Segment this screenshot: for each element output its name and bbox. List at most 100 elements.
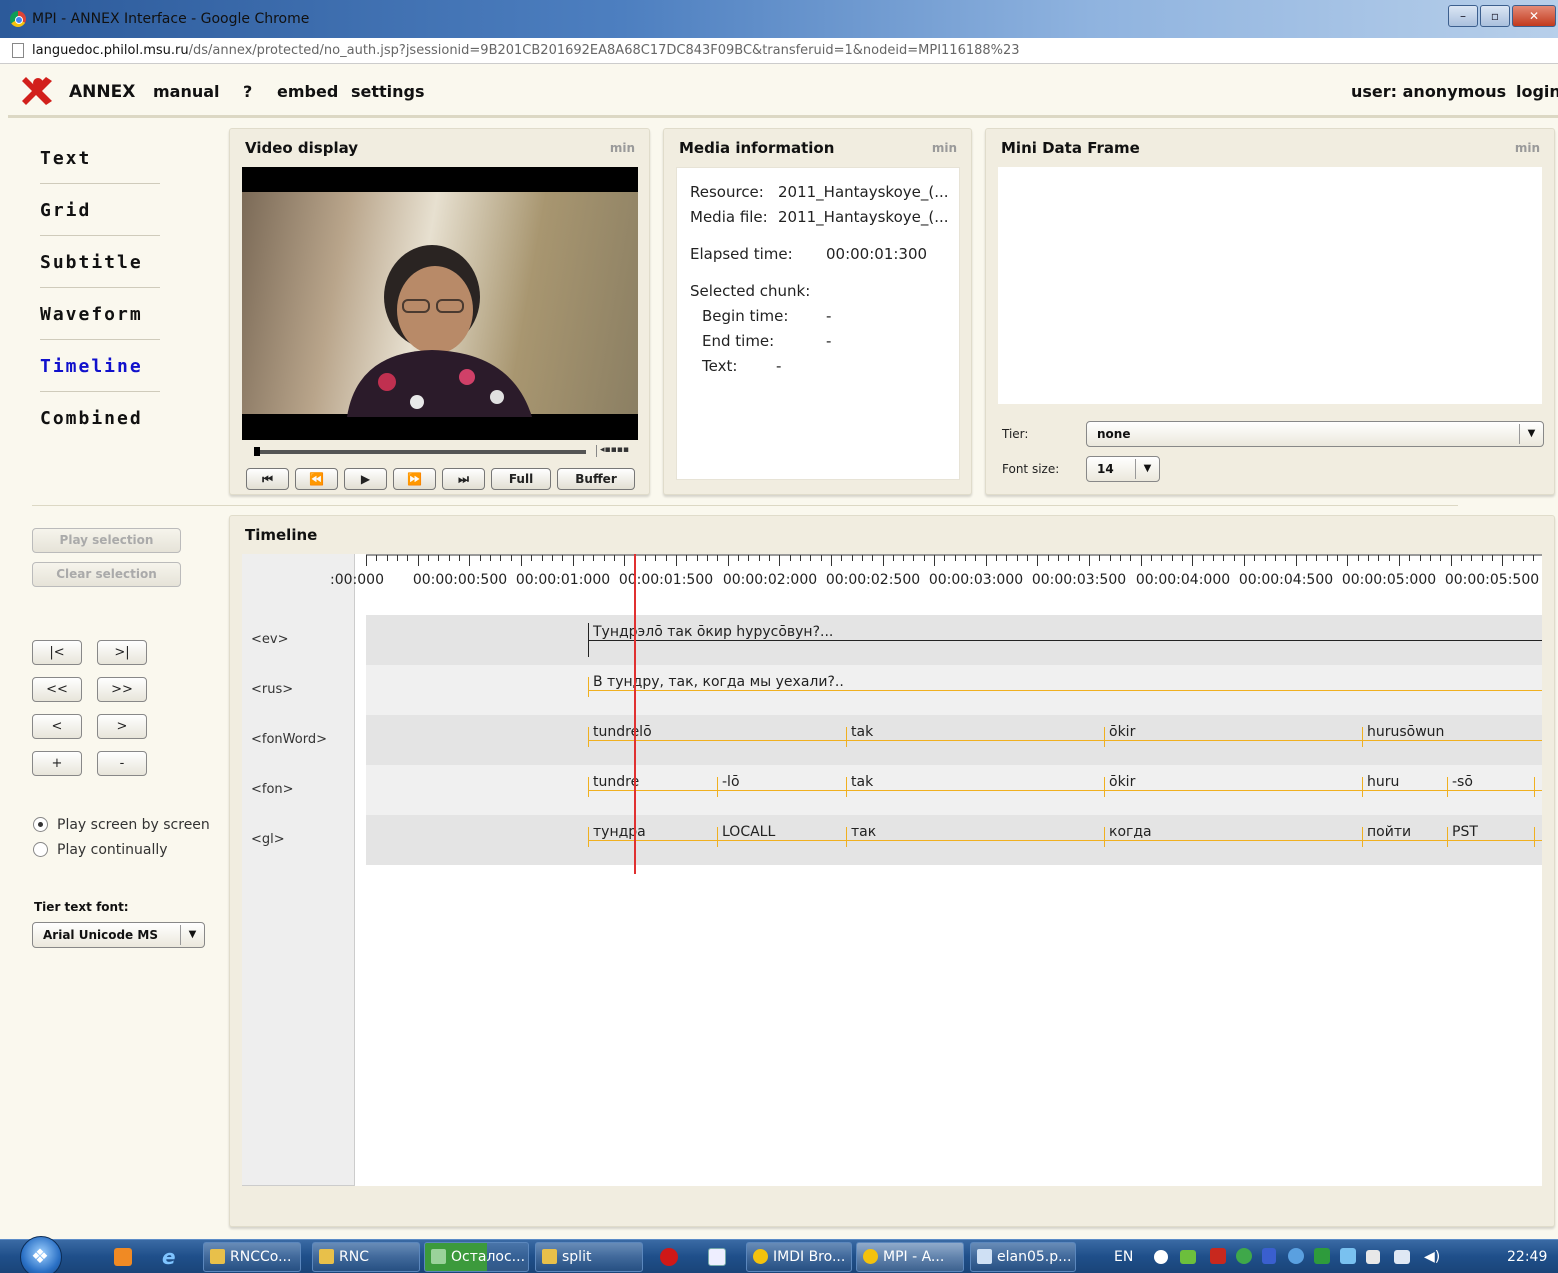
annotation-fon[interactable]: -lō — [718, 774, 740, 790]
radio-empty-icon[interactable] — [33, 842, 48, 857]
go-start-button[interactable]: |< — [32, 640, 82, 665]
nvidia-tray-icon[interactable] — [1180, 1250, 1196, 1264]
app-name[interactable]: ANNEX — [69, 82, 135, 102]
play-selection-button[interactable]: Play selection — [32, 528, 181, 553]
tier-select[interactable]: none ▼ — [1086, 421, 1544, 447]
seek-track[interactable] — [256, 450, 586, 454]
volume-tray-icon[interactable]: ◀) — [1424, 1249, 1440, 1265]
nav-waveform[interactable]: Waveform — [40, 288, 160, 340]
taskbar-item[interactable]: elan05.p... — [970, 1242, 1076, 1272]
time-ruler[interactable]: :00:000 00:00:00:500 00:00:01:000 00:00:… — [330, 554, 1542, 594]
tier-name-ev[interactable]: <ev> — [251, 632, 288, 647]
maximize-icon[interactable]: ▫ — [1480, 5, 1510, 27]
taskbar-item[interactable]: split — [535, 1242, 643, 1272]
tier-row-gl[interactable]: тундра LOCALL так когда пойти PST — [366, 815, 1542, 865]
tier-name-gl[interactable]: <gl> — [251, 832, 285, 847]
chevron-down-icon[interactable]: ▼ — [1519, 424, 1543, 444]
display-tray-icon[interactable] — [1394, 1250, 1410, 1264]
page-back-button[interactable]: << — [32, 677, 82, 702]
video-display[interactable] — [242, 167, 638, 440]
nav-grid[interactable]: Grid — [40, 184, 160, 236]
page-forward-button[interactable]: >> — [97, 677, 147, 702]
first-frame-button[interactable]: ⏮ — [246, 468, 289, 490]
nav-text[interactable]: Text — [40, 132, 160, 184]
last-frame-button[interactable]: ⏭ — [442, 468, 485, 490]
zoom-out-button[interactable]: - — [97, 751, 147, 776]
video-seekbar[interactable]: ◂▪▪▪▪ — [242, 442, 638, 460]
media-player-icon[interactable] — [114, 1248, 132, 1266]
nav-timeline[interactable]: Timeline — [40, 340, 160, 392]
tier-name-fon[interactable]: <fon> — [251, 782, 294, 797]
login-link[interactable]: login — [1516, 82, 1558, 101]
pdf-tray-icon[interactable] — [1210, 1248, 1226, 1264]
tier-name-fonword[interactable]: <fonWord> — [251, 732, 327, 747]
annotation-gl[interactable]: LOCALL — [718, 824, 775, 840]
annotation-gl[interactable]: тундра — [589, 824, 646, 840]
timeline-view[interactable]: <ev> <rus> <fonWord> <fon> <gl> :00:000 … — [242, 554, 1542, 1186]
annotation-ev[interactable]: Тундрэлō так ōкир hурусōвун?... — [589, 624, 833, 640]
start-button-icon[interactable] — [20, 1236, 62, 1273]
clock[interactable]: 22:49 — [1507, 1249, 1547, 1265]
go-end-button[interactable]: >| — [97, 640, 147, 665]
nav-combined[interactable]: Combined — [40, 392, 160, 444]
menu-manual[interactable]: manual — [153, 82, 220, 101]
tier-font-select[interactable]: Arial Unicode MS ▼ — [32, 922, 205, 948]
font-size-select[interactable]: 14 ▼ — [1086, 456, 1160, 482]
seek-handle[interactable] — [254, 447, 260, 456]
menu-settings[interactable]: settings — [351, 82, 425, 101]
play-screen-radio[interactable]: Play screen by screen — [33, 817, 210, 833]
menu-embed[interactable]: embed — [277, 82, 338, 101]
zoom-in-button[interactable]: + — [32, 751, 82, 776]
update-tray-icon[interactable] — [1314, 1248, 1330, 1264]
ie-window-icon[interactable] — [708, 1248, 726, 1266]
nav-subtitle[interactable]: Subtitle — [40, 236, 160, 288]
tier-row-rus[interactable]: В тундру, так, когда мы уехали?.. — [366, 665, 1542, 715]
annotation-gl[interactable]: так — [847, 824, 876, 840]
language-indicator[interactable]: EN — [1114, 1249, 1133, 1265]
annotation-gl[interactable]: пойти — [1363, 824, 1411, 840]
fullscreen-button[interactable]: Full — [491, 468, 551, 490]
video-panel-min[interactable]: min — [610, 141, 635, 155]
flag-tray-icon[interactable] — [1366, 1250, 1380, 1264]
ie-icon[interactable]: e — [162, 1247, 180, 1267]
mini-panel-min[interactable]: min — [1515, 141, 1540, 155]
annotation-fon[interactable]: ōkir — [1105, 774, 1135, 790]
annotation-fon[interactable]: -sō — [1448, 774, 1473, 790]
opera-icon[interactable] — [660, 1248, 678, 1266]
taskbar-item[interactable]: RNCCo... — [203, 1242, 301, 1272]
tier-row-ev[interactable]: Тундрэлō так ōкир hурусōвун?... — [366, 615, 1542, 665]
taskbar-item[interactable]: RNC — [312, 1242, 420, 1272]
playback-cursor[interactable] — [634, 554, 636, 874]
annotation-fon[interactable]: tundre — [589, 774, 639, 790]
taskbar-item[interactable]: IMDI Bro... — [746, 1242, 852, 1272]
annotation-fonword[interactable]: tundrelō — [589, 724, 652, 740]
chevron-down-icon[interactable]: ▼ — [1135, 459, 1159, 479]
tray-icon[interactable] — [1154, 1250, 1168, 1264]
annotation-fonword[interactable]: tak — [847, 724, 873, 740]
fast-forward-button[interactable]: ⏩ — [393, 468, 436, 490]
rewind-button[interactable]: ⏪ — [295, 468, 338, 490]
annotation-fonword[interactable]: hurusōwun — [1363, 724, 1444, 740]
url-text[interactable]: languedoc.philol.msu.ru/ds/annex/protect… — [32, 43, 1020, 58]
buffer-button[interactable]: Buffer — [557, 468, 635, 490]
step-forward-button[interactable]: > — [97, 714, 147, 739]
annotation-gl[interactable]: PST — [1448, 824, 1478, 840]
taskbar-item[interactable]: Осталос... — [424, 1242, 529, 1272]
address-bar[interactable]: languedoc.philol.msu.ru/ds/annex/protect… — [0, 38, 1558, 64]
tier-name-rus[interactable]: <rus> — [251, 682, 293, 697]
annotation-fonword[interactable]: ōkir — [1105, 724, 1135, 740]
tier-row-fonword[interactable]: tundrelō tak ōkir hurusōwun — [366, 715, 1542, 765]
minimize-icon[interactable]: – — [1448, 5, 1478, 27]
play-continuous-radio[interactable]: Play continually — [33, 842, 168, 858]
close-icon[interactable]: ✕ — [1512, 5, 1556, 27]
usb-tray-icon[interactable] — [1340, 1248, 1356, 1264]
volume-icon[interactable]: ◂▪▪▪▪ — [596, 445, 632, 457]
radio-selected-icon[interactable] — [33, 817, 48, 832]
play-button[interactable]: ▶ — [344, 468, 387, 490]
clear-selection-button[interactable]: Clear selection — [32, 562, 181, 587]
annotation-gl[interactable]: когда — [1105, 824, 1152, 840]
annotation-rus[interactable]: В тундру, так, когда мы уехали?.. — [589, 674, 844, 690]
step-back-button[interactable]: < — [32, 714, 82, 739]
media-panel-min[interactable]: min — [932, 141, 957, 155]
network-tray-icon[interactable] — [1288, 1248, 1304, 1264]
